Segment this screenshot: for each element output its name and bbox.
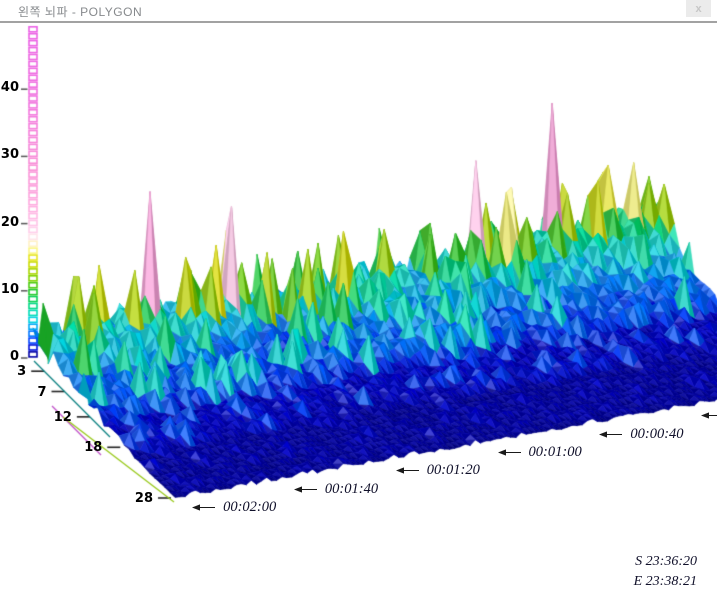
z-axis-tick-label: 10 — [0, 281, 19, 297]
time-axis-tick: 00:00:40 — [597, 425, 684, 442]
time-axis-tick-label: 00:01:20 — [426, 462, 480, 479]
time-axis-tick: 00:01:20 — [394, 462, 480, 479]
time-axis-tick-label: 00:01:40 — [324, 480, 379, 497]
z-axis-tick-label: 20 — [0, 214, 19, 230]
left-arrow-icon — [293, 486, 317, 493]
left-arrow-icon — [599, 431, 623, 438]
freq-axis-tick-label: 7 — [37, 384, 47, 400]
freq-axis-tick-label: 3 — [17, 364, 27, 380]
polygon-window: 왼쪽 뇌파 - POLYGON x 0 10 20 30 40 3 7 12 18 28 00:02… — [0, 0, 717, 595]
time-axis-tick-label: 00:01:00 — [528, 444, 582, 461]
time-axis-tick: 00:02:00 — [190, 499, 277, 516]
surface-plot-canvas — [0, 0, 717, 595]
left-arrow-icon — [395, 467, 419, 474]
freq-axis-tick-label: 18 — [84, 440, 103, 456]
freq-axis-tick-label: 12 — [53, 409, 72, 425]
left-arrow-icon — [701, 412, 717, 419]
time-axis-tick: 00:01:00 — [496, 444, 582, 461]
left-arrow-icon — [192, 504, 216, 511]
z-axis-tick-label: 0 — [9, 349, 19, 364]
close-button[interactable]: x — [686, 0, 711, 17]
session-end-label: E 23:38:21 — [633, 574, 697, 589]
window-title: 왼쪽 뇌파 - POLYGON — [18, 5, 143, 19]
z-axis-tick-label: 40 — [0, 80, 19, 96]
time-axis-tick-label: 00:00:40 — [630, 425, 684, 442]
left-arrow-icon — [497, 449, 521, 456]
time-axis-tick-label: 00:02:00 — [223, 499, 277, 516]
session-start-label: S 23:36:20 — [635, 554, 697, 569]
time-axis-tick — [699, 408, 717, 423]
z-axis-tick-label: 30 — [0, 147, 19, 163]
freq-axis-tick-label: 28 — [134, 491, 153, 506]
close-icon: x — [695, 2, 702, 15]
time-axis-tick: 00:01:40 — [292, 480, 379, 497]
title-bar: 왼쪽 뇌파 - POLYGON x — [0, 0, 717, 23]
